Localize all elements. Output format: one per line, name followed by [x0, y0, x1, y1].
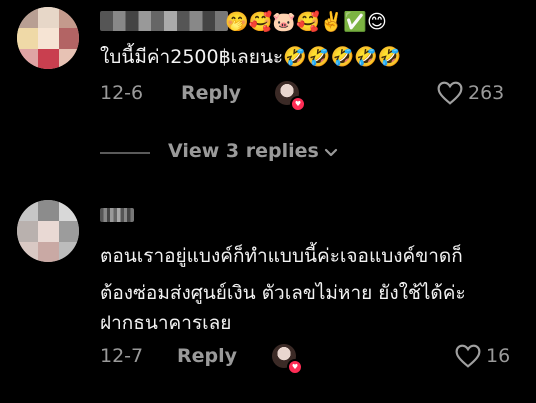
chevron-down-icon[interactable] [323, 147, 339, 159]
comment-item: 🤭🥰🐷🥰✌️✅😊 ใบนี้มีค่า2500฿เลยนะ🤣🤣🤣🤣🤣 12-6 … [0, 0, 536, 120]
divider-line [100, 152, 150, 154]
avatar[interactable] [17, 7, 79, 69]
avatar[interactable] [17, 200, 79, 262]
reply-button[interactable]: Reply [181, 82, 241, 104]
view-replies-button[interactable]: View 3 replies [168, 140, 319, 162]
like-count: 16 [486, 345, 511, 367]
comment-text: ใบนี้มีค่า2500฿เลยนะ🤣🤣🤣🤣🤣 [100, 46, 402, 68]
heart-outline-icon[interactable] [437, 81, 463, 105]
comment-date: 12-6 [100, 82, 144, 104]
comment-text-line: ฝากธนาคารเลย [100, 312, 232, 334]
heart-badge-icon: ♥ [287, 359, 303, 375]
heart-badge-icon: ♥ [290, 96, 306, 112]
comment-date: 12-7 [100, 345, 144, 367]
username-emoji-tail: 🤭🥰🐷🥰✌️✅😊 [225, 11, 387, 33]
heart-outline-icon[interactable] [455, 344, 481, 368]
view-replies-row[interactable]: View 3 replies [0, 138, 536, 168]
comment-text-line: ตอนเราอยู่แบงค์ก็ทำแบบนี้ค่ะเจอแบงค์ขาดก… [100, 245, 463, 267]
username-redacted[interactable] [100, 11, 228, 31]
comment-item: ตอนเราอยู่แบงค์ก็ทำแบบนี้ค่ะเจอแบงค์ขาดก… [0, 196, 536, 386]
reply-button[interactable]: Reply [177, 345, 237, 367]
username-redacted[interactable] [100, 208, 134, 222]
like-count: 263 [468, 82, 505, 104]
